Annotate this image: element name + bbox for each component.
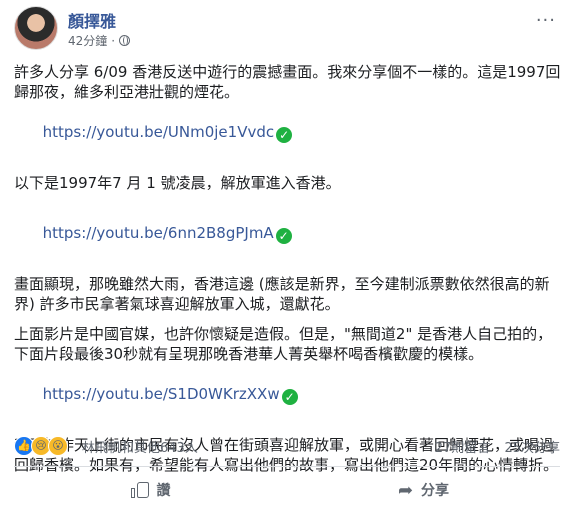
- more-options-button[interactable]: ···: [536, 10, 556, 31]
- share-label: 分享: [421, 483, 450, 499]
- reaction-icons[interactable]: 👍 😢 😮: [14, 436, 68, 456]
- post-header: 顏擇雅 42分鐘 · ···: [14, 6, 564, 50]
- like-label: 讚: [156, 483, 171, 499]
- globe-icon: [119, 35, 131, 46]
- post-paragraph: 上面影片是中國官媒，也許你懷疑是造假。但是，"無間道2" 是香港人自己拍的，下面…: [14, 325, 553, 363]
- facebook-post: 顏擇雅 42分鐘 · ··· 許多人分享 6/09 香港反送中遊行的震撼畫面。我…: [0, 0, 574, 511]
- engagement-counts: 27則留言 25次分享: [425, 437, 560, 456]
- author-name[interactable]: 顏擇雅: [68, 8, 116, 32]
- post-paragraph: 以下是1997年7 月 1 號凌晨，解放軍進入香港。: [14, 174, 341, 192]
- thumbs-up-icon: [130, 482, 149, 498]
- youtube-link[interactable]: https://youtu.be/UNm0je1Vvdc: [43, 123, 275, 141]
- like-button[interactable]: 讚: [14, 472, 287, 508]
- reaction-names[interactable]: 林飛帆和其他643人: [82, 437, 198, 456]
- share-arrow-icon: ➦: [397, 479, 414, 501]
- comment-count[interactable]: 27則留言: [435, 441, 491, 456]
- youtube-link-row: https://youtu.be/UNm0je1Vvdc ✓: [14, 102, 564, 163]
- verified-check-icon: ✓: [275, 228, 292, 244]
- share-button[interactable]: ➦ 分享: [287, 472, 560, 508]
- youtube-link[interactable]: https://youtu.be/S1D0WKrzXXw: [43, 385, 280, 403]
- share-count[interactable]: 25次分享: [504, 441, 560, 456]
- author-avatar[interactable]: [14, 6, 58, 50]
- action-bar: 讚 ➦ 分享: [14, 472, 560, 508]
- youtube-link-row: https://youtu.be/S1D0WKrzXXw ✓: [14, 364, 564, 425]
- youtube-link-row: https://youtu.be/6nn2B8gPJmA ✓: [14, 203, 564, 264]
- post-body: 許多人分享 6/09 香港反送中遊行的震撼畫面。我來分享個不一樣的。這是1997…: [14, 62, 564, 485]
- wow-icon: 😮: [48, 436, 68, 456]
- reactions-bar: 👍 😢 😮 林飛帆和其他643人 27則留言 25次分享: [14, 436, 560, 456]
- divider: [14, 466, 560, 467]
- post-meta: 42分鐘 ·: [68, 32, 131, 49]
- post-paragraph: 畫面顯現，那晚雖然大雨，香港這邊 (應該是新界，至今建制派票數依然很高的新界) …: [14, 275, 550, 313]
- post-time[interactable]: 42分鐘: [68, 32, 107, 49]
- verified-check-icon: ✓: [276, 127, 293, 143]
- verified-check-icon: ✓: [281, 389, 298, 405]
- post-paragraph: 許多人分享 6/09 香港反送中遊行的震撼畫面。我來分享個不一樣的。這是1997…: [14, 63, 561, 101]
- youtube-link[interactable]: https://youtu.be/6nn2B8gPJmA: [43, 224, 274, 242]
